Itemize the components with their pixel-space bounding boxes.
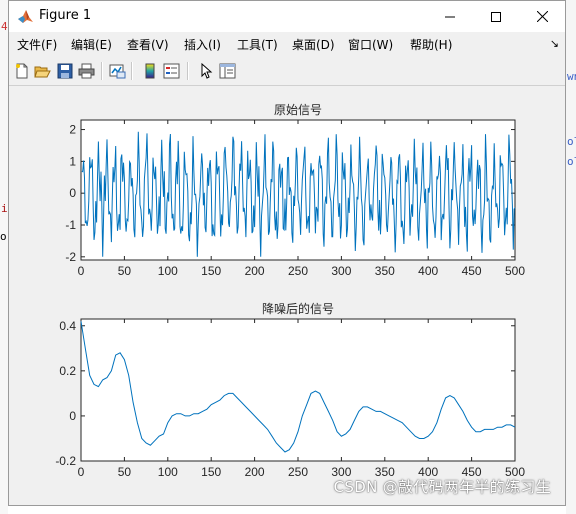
- menu-help[interactable]: 帮助(H): [410, 36, 452, 53]
- close-button[interactable]: [519, 1, 565, 32]
- open-file-icon: [34, 66, 51, 77]
- background-code-fragment: 4: [1, 20, 8, 33]
- x-tick-label: 100: [158, 264, 178, 278]
- new-figure-button[interactable]: [12, 61, 31, 80]
- save-icon: [57, 63, 72, 78]
- background-code-fragment: ol: [567, 155, 576, 168]
- x-tick-label: 300: [331, 264, 351, 278]
- insert-colorbar-button[interactable]: [140, 61, 159, 80]
- y-tick-label: -2: [65, 250, 76, 264]
- menu-edit[interactable]: 编辑(E): [71, 36, 112, 53]
- axes-original-signal[interactable]: 原始信号 0 50 100 150 200 250 300 350 400 450 500 -2 -1 0…: [65, 103, 525, 278]
- link-plot-icon: [109, 64, 126, 78]
- x-tick-label: 350: [375, 264, 395, 278]
- y-tick-label: 2: [69, 123, 76, 137]
- edit-plot-button[interactable]: [196, 61, 215, 80]
- x-tick-label: 0: [78, 264, 85, 278]
- y-tick-label: 0.2: [59, 364, 76, 378]
- x-tick-label: 50: [118, 465, 132, 479]
- x-tick-label: 150: [201, 264, 221, 278]
- x-tick-label: 150: [201, 465, 221, 479]
- chart-title: 原始信号: [274, 103, 322, 117]
- insert-legend-button[interactable]: [162, 61, 181, 80]
- background-code-fragment: ol: [567, 135, 576, 148]
- background-code-fragment: wn: [567, 70, 576, 83]
- insert-legend-icon: [163, 63, 180, 78]
- minimize-icon: [445, 16, 455, 17]
- toolbar-separator: [187, 62, 189, 80]
- x-tick-label: 450: [462, 264, 482, 278]
- menu-tools[interactable]: 工具(T): [237, 36, 278, 53]
- window-title: Figure 1: [39, 8, 92, 23]
- x-tick-label: 250: [288, 465, 308, 479]
- y-tick-label: 0: [69, 409, 76, 423]
- y-tick-label: 0.4: [59, 319, 76, 333]
- figure-canvas[interactable]: 原始信号 0 50 100 150 200 250 300 350 400 450 500 -2 -1 0…: [9, 86, 565, 505]
- link-plot-button[interactable]: [108, 61, 127, 80]
- axes-box-bottom: [80, 318, 516, 462]
- maximize-icon: [491, 11, 501, 22]
- print-icon: [78, 63, 95, 78]
- print-button[interactable]: [77, 61, 96, 80]
- menu-file[interactable]: 文件(F): [17, 36, 57, 53]
- background-code-fragment: o: [0, 230, 7, 243]
- title-bar[interactable]: Figure 1: [9, 1, 565, 32]
- chart-title: 降噪后的信号: [262, 301, 334, 316]
- new-figure-icon: [15, 63, 27, 78]
- menu-desktop[interactable]: 桌面(D): [292, 36, 335, 53]
- pointer-icon: [201, 62, 212, 79]
- x-tick-label: 200: [245, 264, 265, 278]
- y-tick-label: -0.2: [55, 454, 76, 468]
- figure-toolbar: [9, 56, 565, 86]
- toolbar-separator: [101, 62, 103, 80]
- y-tick-label: -1: [65, 218, 76, 232]
- axes-denoised-signal[interactable]: 降噪后的信号 0 50 100 150 200 250 300 350 400 450 500-0.…: [55, 301, 525, 479]
- x-tick-label: 500: [505, 264, 525, 278]
- property-inspector-button[interactable]: [218, 61, 237, 80]
- background-code-fragment: i: [1, 202, 8, 215]
- menu-window[interactable]: 窗口(W): [348, 36, 393, 53]
- toolbar-separator: [131, 62, 133, 80]
- menu-bar: 文件(F) 编辑(E) 查看(V) 插入(I) 工具(T) 桌面(D) 窗口(W…: [9, 32, 565, 56]
- plots-svg: 原始信号 0 50 100 150 200 250 300 350 400 450 500-2-10…: [55, 103, 525, 479]
- minimize-button[interactable]: [427, 1, 473, 32]
- property-inspector-icon: [219, 63, 236, 78]
- save-button[interactable]: [55, 61, 74, 80]
- x-tick-label: 400: [418, 264, 438, 278]
- menu-insert[interactable]: 插入(I): [184, 36, 221, 53]
- close-icon: [536, 11, 548, 22]
- y-tick-label: 0: [69, 186, 76, 200]
- menu-view[interactable]: 查看(V): [127, 36, 169, 53]
- maximize-button[interactable]: [473, 1, 519, 32]
- matlab-logo-icon: [17, 8, 34, 25]
- x-tick-label: 200: [245, 465, 265, 479]
- x-tick-label: 100: [158, 465, 178, 479]
- insert-colorbar-icon: [145, 63, 154, 78]
- y-tick-label: 1: [69, 154, 76, 168]
- x-tick-label: 0: [78, 465, 85, 479]
- background-editor-left: [0, 0, 8, 514]
- figure-window: Figure 1 文件(F) 编辑(E) 查看(V) 插入(I) 工具(T) 桌…: [8, 0, 566, 506]
- x-tick-label: 50: [118, 264, 132, 278]
- dock-figure-icon[interactable]: ↘: [550, 37, 559, 50]
- x-tick-label: 250: [288, 264, 308, 278]
- csdn-watermark: CSDN @敲代码两年半的练习生: [333, 478, 551, 496]
- open-file-button[interactable]: [33, 61, 52, 80]
